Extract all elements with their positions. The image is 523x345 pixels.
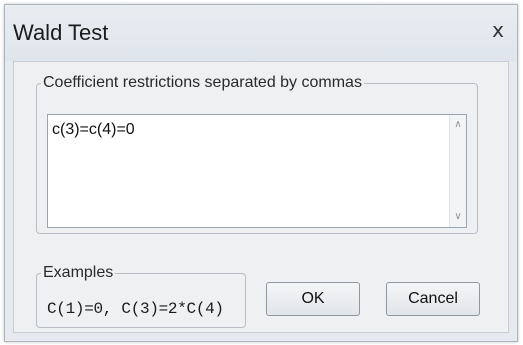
dialog-body: Coefficient restrictions separated by co…	[13, 61, 509, 333]
scroll-up-icon[interactable]: ∧	[450, 117, 466, 133]
ok-button[interactable]: OK	[266, 282, 360, 316]
restrictions-text: c(3)=c(4)=0	[52, 121, 135, 138]
wald-test-dialog: Wald Test x Coefficient restrictions sep…	[4, 4, 518, 342]
restrictions-group: Coefficient restrictions separated by co…	[36, 74, 478, 234]
restrictions-textarea[interactable]: c(3)=c(4)=0 ∧ ∨	[47, 114, 467, 228]
restrictions-scrollbar[interactable]: ∧ ∨	[449, 115, 466, 227]
examples-group: Examples C(1)=0, C(3)=2*C(4)	[36, 264, 246, 328]
examples-text: C(1)=0, C(3)=2*C(4)	[47, 300, 224, 318]
close-button[interactable]: x	[487, 19, 509, 41]
cancel-button[interactable]: Cancel	[386, 282, 480, 316]
examples-group-label: Examples	[41, 264, 116, 282]
title-bar: Wald Test x	[5, 5, 517, 61]
scroll-down-icon[interactable]: ∨	[450, 209, 466, 225]
dialog-title: Wald Test	[13, 20, 109, 45]
restrictions-group-label: Coefficient restrictions separated by co…	[41, 74, 364, 92]
